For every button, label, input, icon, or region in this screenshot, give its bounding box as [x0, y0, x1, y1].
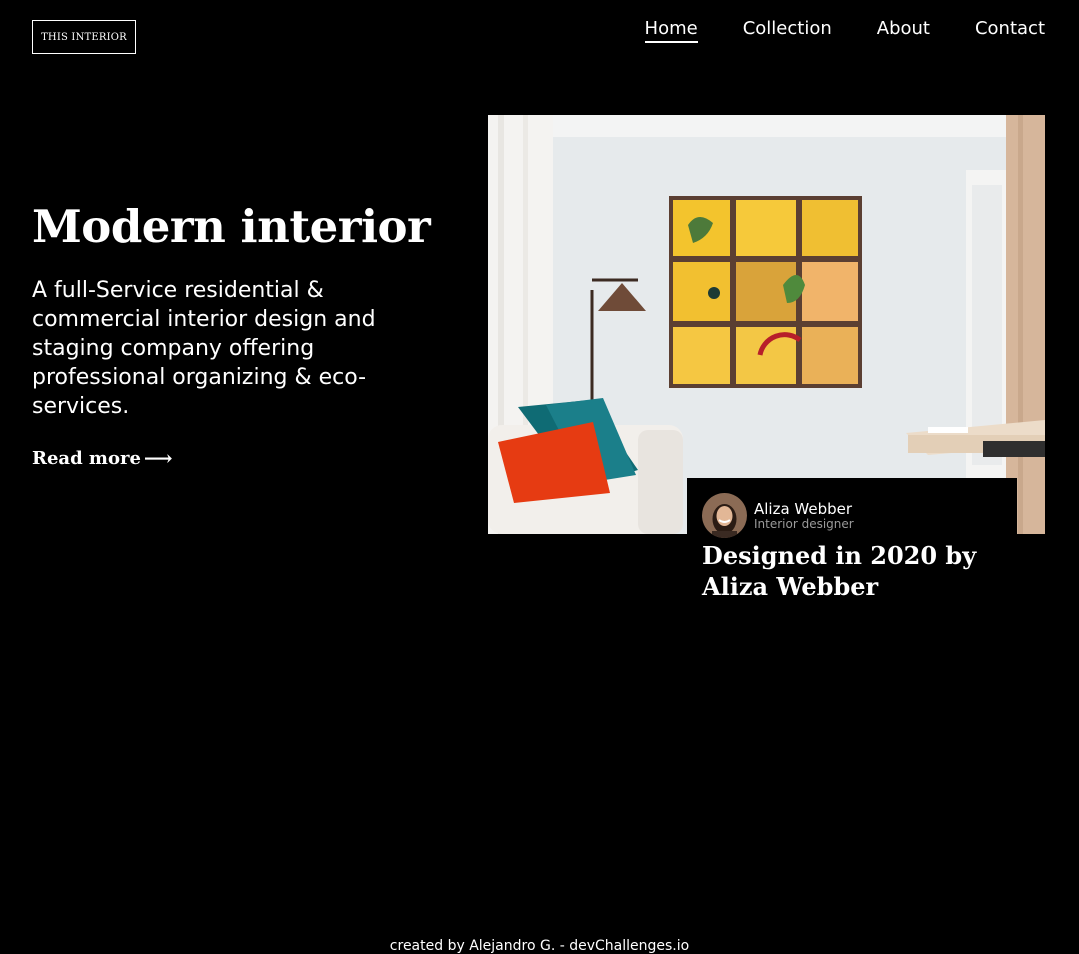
main-nav: Home Collection About Contact — [644, 18, 1045, 43]
nav-home-link[interactable]: Home — [644, 18, 698, 43]
author-role: Interior designer — [754, 516, 854, 531]
hero-image — [488, 115, 1045, 534]
hero-description: A full-Service residential & commercial … — [32, 278, 376, 419]
avatar — [702, 493, 747, 538]
footer-credit: created by Alejandro G. - devChallenges.… — [389, 938, 690, 954]
nav-contact-link[interactable]: Contact — [975, 18, 1045, 43]
designer-card: Aliza Webber Interior designer Designed … — [687, 478, 1017, 613]
nav-about-link[interactable]: About — [877, 18, 930, 43]
author-name: Aliza Webber — [754, 499, 853, 518]
hero-title: Modern interior — [32, 200, 431, 253]
card-title: Designed in 2020 by Aliza Webber — [702, 541, 977, 601]
site-logo[interactable]: THIS INTERIOR — [32, 20, 136, 54]
read-more-link[interactable]: Read more ⟶ — [32, 446, 173, 470]
nav-collection-link[interactable]: Collection — [743, 18, 832, 43]
arrow-right-icon: ⟶ — [143, 446, 173, 470]
author-block: Aliza Webber Interior designer — [702, 493, 854, 538]
read-more-label: Read more — [32, 447, 141, 469]
